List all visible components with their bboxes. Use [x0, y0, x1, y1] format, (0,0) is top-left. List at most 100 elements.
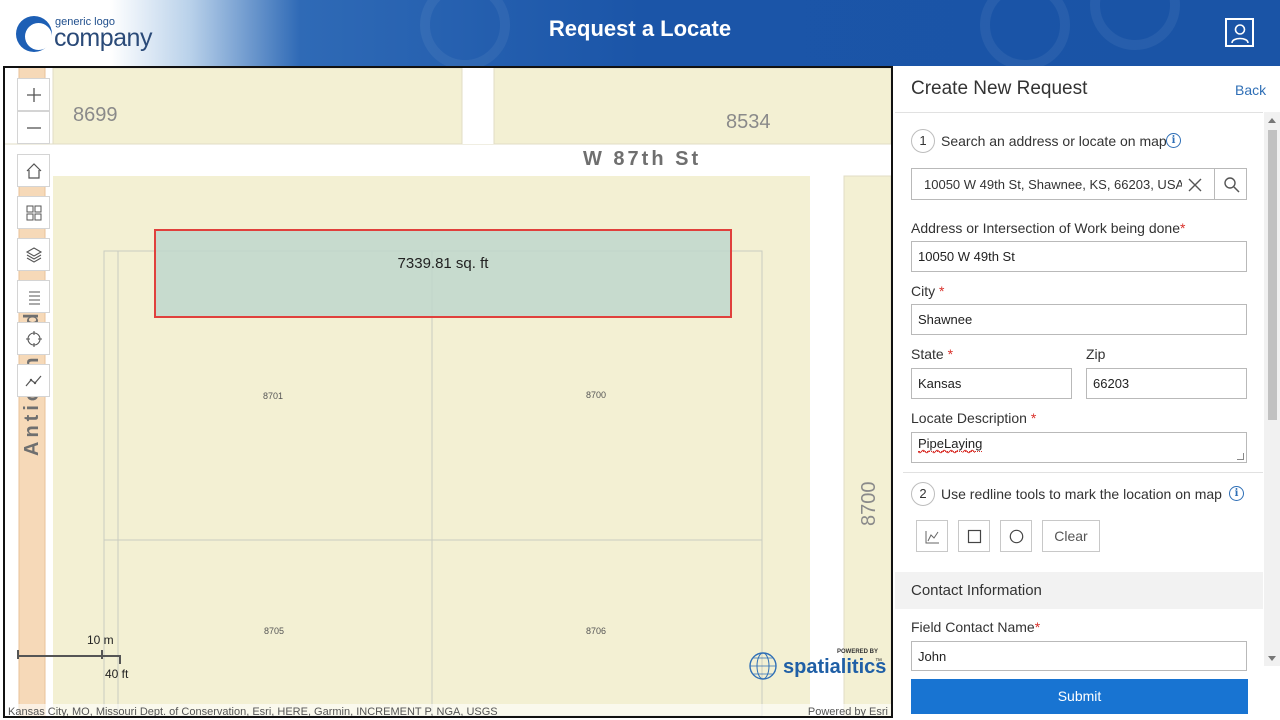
description-label-text: Locate Description — [911, 410, 1027, 426]
redline-rectangle-tool[interactable] — [958, 520, 990, 552]
state-label: State * — [911, 346, 953, 362]
basemap-gallery-button[interactable] — [17, 196, 50, 229]
contact-heading: Contact Information — [911, 582, 1042, 599]
info-icon[interactable]: i — [1229, 486, 1244, 501]
scrollbar-thumb[interactable] — [1268, 130, 1277, 420]
globe-icon — [749, 652, 777, 680]
state-field[interactable] — [911, 368, 1072, 399]
powered-brand-text: spatialitics — [783, 656, 887, 678]
parcel-number-label: 8699 — [73, 104, 118, 126]
divider — [895, 112, 1263, 113]
polyline-icon — [25, 375, 42, 387]
city-label-text: City — [911, 283, 936, 299]
info-icon[interactable]: i — [1166, 133, 1181, 148]
trademark-mark: ™ — [875, 658, 882, 665]
home-button[interactable] — [17, 154, 50, 187]
city-field[interactable] — [911, 304, 1247, 335]
scroll-down-arrow-icon[interactable] — [1268, 656, 1276, 661]
list-icon — [29, 291, 40, 305]
zip-field[interactable] — [1086, 368, 1247, 399]
required-mark: * — [947, 346, 954, 362]
scale-tick — [101, 650, 103, 659]
spatialitics-logo: POWERED BY spatialitics ™ — [749, 644, 887, 690]
field-contact-name-field[interactable] — [911, 641, 1247, 671]
parcel-number-label: 8700 — [858, 481, 880, 527]
scale-metric-label: 10 m — [87, 633, 114, 647]
scale-line — [17, 655, 121, 657]
attribution-sources: Kansas City, MO, Missouri Dept. of Conse… — [8, 706, 498, 718]
scale-imperial-label: 40 ft — [105, 667, 129, 681]
form-heading: Create New Request — [911, 78, 1088, 99]
crosshair-icon — [26, 331, 42, 347]
layers-icon — [25, 247, 43, 263]
state-label-text: State — [911, 346, 944, 362]
step-number-badge: 1 — [911, 129, 935, 153]
required-mark: * — [1180, 220, 1186, 236]
scale-tick — [119, 655, 121, 664]
measure-button[interactable] — [17, 364, 50, 397]
lot-label: 8700 — [586, 390, 607, 400]
zoom-in-button[interactable] — [17, 78, 50, 111]
powered-by-text: POWERED BY — [837, 649, 879, 655]
divider — [903, 472, 1263, 473]
user-icon — [1231, 24, 1249, 44]
field-contact-label-text: Field Contact Name — [911, 619, 1035, 635]
close-icon[interactable] — [1187, 177, 1203, 193]
parcel-number-label: 8534 — [726, 111, 771, 133]
plus-icon — [27, 88, 41, 102]
address-field[interactable] — [911, 241, 1247, 272]
rectangle-icon — [967, 529, 982, 544]
address-search-input[interactable] — [912, 169, 1182, 199]
back-link[interactable]: Back — [1235, 82, 1266, 98]
required-mark: * — [1034, 619, 1041, 635]
submit-button[interactable]: Submit — [911, 679, 1248, 714]
lot-label: 8706 — [586, 626, 607, 636]
app-header: generic logo company Request a Locate — [0, 0, 1280, 66]
zoom-out-button[interactable] — [17, 111, 50, 144]
resize-handle[interactable] — [1237, 453, 1244, 460]
request-form-panel: Create New Request Back 1 Search an addr… — [895, 66, 1280, 720]
search-icon — [1224, 177, 1240, 193]
scroll-up-arrow-icon[interactable] — [1268, 118, 1276, 123]
description-textarea[interactable]: PipeLaying — [911, 432, 1247, 463]
step1-instruction: Search an address or locate on map — [941, 133, 1167, 149]
user-profile-button[interactable] — [1225, 18, 1254, 47]
address-label-text: Address or Intersection of Work being do… — [911, 220, 1181, 236]
redline-circle-tool[interactable] — [1000, 520, 1032, 552]
zip-label: Zip — [1086, 346, 1106, 362]
polygon-draw-icon — [925, 531, 939, 544]
required-mark: * — [1030, 410, 1037, 426]
measured-area-polygon[interactable]: 7339.81 sq. ft — [154, 229, 732, 318]
form-scrollbar[interactable] — [1264, 112, 1280, 666]
circle-icon — [1009, 529, 1024, 544]
minus-icon — [27, 127, 41, 129]
grid-icon — [26, 205, 42, 221]
page-title: Request a Locate — [548, 16, 732, 41]
map-view[interactable]: 8699 8534 W 87th St Antioch Rd 8700 8701… — [3, 66, 893, 718]
basemap — [5, 68, 891, 716]
map-attribution: Kansas City, MO, Missouri Dept. of Conse… — [5, 704, 891, 718]
scale-bar: 10 m 40 ft — [17, 633, 157, 683]
layers-button[interactable] — [17, 238, 50, 271]
step-number-badge: 2 — [911, 482, 935, 506]
clear-redline-button[interactable]: Clear — [1042, 520, 1100, 552]
city-label: City * — [911, 283, 944, 299]
street-label-w87th: W 87th St — [583, 148, 702, 170]
description-label: Locate Description * — [911, 410, 1036, 426]
lot-label: 8705 — [264, 626, 285, 636]
description-value: PipeLaying — [918, 436, 983, 452]
address-search-box — [911, 168, 1247, 200]
contact-section-header: Contact Information — [895, 572, 1263, 609]
home-icon — [26, 163, 42, 179]
lot-label: 8701 — [263, 391, 284, 401]
scale-tick — [17, 650, 19, 659]
step2-instruction: Use redline tools to mark the location o… — [941, 486, 1222, 502]
redline-polygon-tool[interactable] — [916, 520, 948, 552]
address-label: Address or Intersection of Work being do… — [911, 220, 1185, 236]
esri-attribution-link[interactable]: Powered by Esri — [808, 706, 888, 716]
search-button[interactable] — [1214, 169, 1247, 199]
field-contact-label: Field Contact Name* — [911, 619, 1040, 635]
locate-button[interactable] — [17, 322, 50, 355]
area-measurement-label: 7339.81 sq. ft — [397, 255, 489, 272]
legend-button[interactable] — [17, 280, 50, 313]
